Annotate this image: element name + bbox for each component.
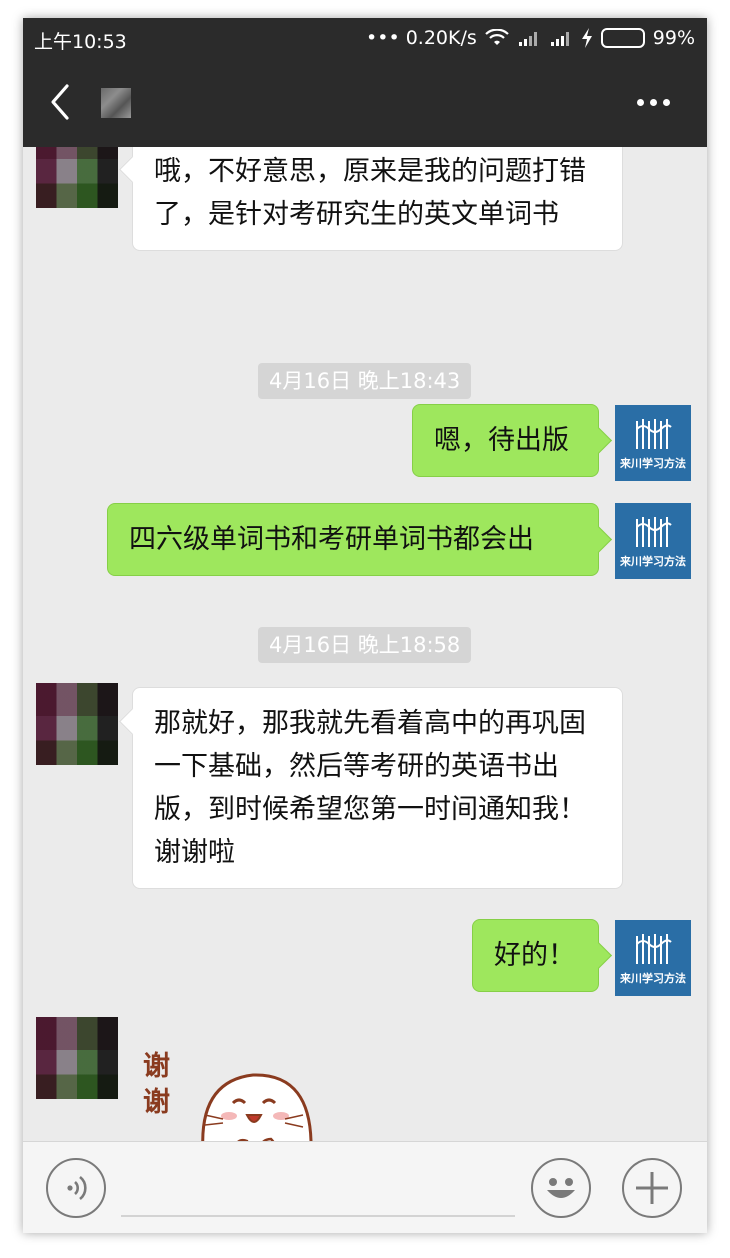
message-bubble-received[interactable]: 哦，不好意思，原来是我的问题打错了，是针对考研究生的英文单词书 — [132, 147, 623, 251]
phone-screen: 上午10:53 ••• 0.20K/s 99% 哦，不好意思，原来是我的问题打错… — [23, 18, 707, 1233]
message-text: 哦，不好意思，原来是我的问题打错了，是针对考研究生的英文单词书 — [154, 156, 586, 230]
my-avatar[interactable]: 来川学习方法 — [615, 405, 691, 481]
voice-icon — [67, 1175, 87, 1201]
signal-icon-1 — [518, 32, 537, 46]
input-bar — [23, 1141, 707, 1233]
back-button[interactable] — [45, 82, 75, 122]
message-bubble-sent[interactable]: 四六级单词书和考研单词书都会出 — [107, 503, 599, 576]
logo-mark-icon — [636, 934, 672, 964]
status-indicators: ••• 0.20K/s 99% — [366, 27, 695, 49]
signal-icon-2 — [550, 32, 569, 46]
chat-header — [23, 58, 707, 147]
message-bubble-sent[interactable]: 嗯，待出版 — [412, 404, 599, 477]
battery-icon — [600, 28, 645, 48]
message-text: 四六级单词书和考研单词书都会出 — [129, 524, 534, 555]
message-text: 好的！ — [494, 940, 575, 971]
contact-avatar[interactable] — [36, 683, 118, 765]
more-button[interactable] — [637, 92, 671, 112]
message-timestamp: 4月16日 晚上18:43 — [258, 363, 472, 399]
sticker-caption: 谢谢 — [143, 1051, 170, 1118]
message-text: 嗯，待出版 — [434, 425, 569, 456]
message-input[interactable] — [121, 1215, 515, 1217]
voice-button[interactable] — [46, 1158, 106, 1218]
battery-percent: 99% — [652, 27, 695, 49]
chat-area[interactable]: 哦，不好意思，原来是我的问题打错了，是针对考研究生的英文单词书 4月16日 晚上… — [23, 147, 707, 1141]
message-timestamp: 4月16日 晚上18:58 — [258, 627, 472, 663]
my-avatar[interactable]: 来川学习方法 — [615, 920, 691, 996]
message-bubble-sent[interactable]: 好的！ — [472, 919, 599, 992]
message-text: 那就好，那我就先看着高中的再巩固一下基础，然后等考研的英语书出版，到时候希望您第… — [154, 708, 586, 868]
plus-button[interactable] — [622, 1158, 682, 1218]
contact-avatar[interactable] — [36, 147, 118, 208]
brand-name: 来川学习方法 — [620, 972, 686, 985]
thank-you-sticker[interactable]: 谢谢 — [133, 1041, 333, 1141]
brand-name: 来川学习方法 — [620, 457, 686, 470]
brand-name: 来川学习方法 — [620, 555, 686, 568]
logo-mark-icon — [636, 419, 672, 449]
message-bubble-received[interactable]: 那就好，那我就先看着高中的再巩固一下基础，然后等考研的英语书出版，到时候希望您第… — [132, 687, 623, 889]
contact-avatar[interactable] — [36, 1017, 118, 1099]
my-avatar[interactable]: 来川学习方法 — [615, 503, 691, 579]
more-dots-icon — [637, 98, 644, 106]
plus-icon — [636, 1172, 668, 1204]
status-bar: 上午10:53 ••• 0.20K/s 99% — [23, 18, 707, 58]
logo-mark-icon — [636, 517, 672, 547]
network-speed: ••• 0.20K/s — [366, 27, 477, 49]
contact-name-blurred — [101, 88, 131, 118]
chevron-left-icon — [51, 84, 69, 120]
wifi-icon — [485, 29, 509, 45]
charging-icon — [581, 28, 592, 48]
emoji-button[interactable] — [531, 1158, 591, 1218]
status-time: 上午10:53 — [34, 31, 127, 53]
emoji-icon — [547, 1178, 575, 1198]
